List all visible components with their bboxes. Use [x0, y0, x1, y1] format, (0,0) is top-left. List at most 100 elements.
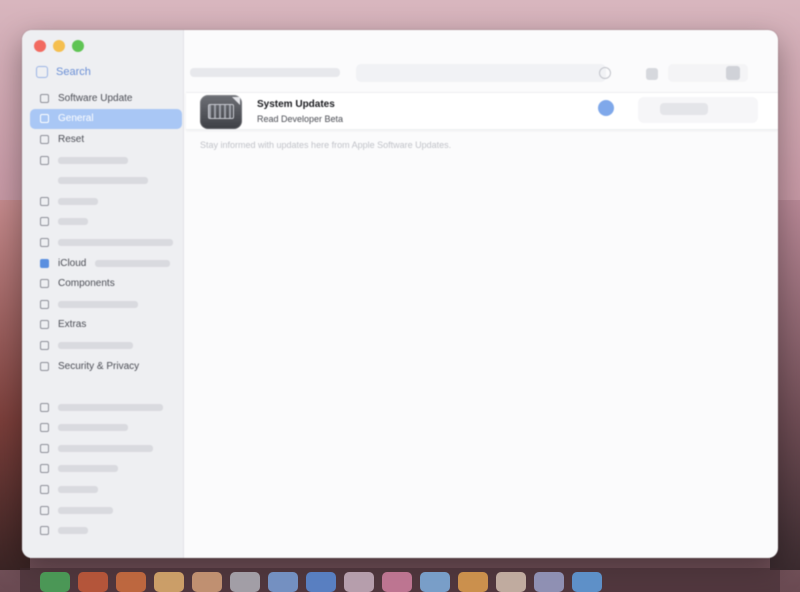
zoom-button[interactable] [72, 40, 84, 52]
dock [20, 568, 780, 592]
blurred-label [58, 506, 113, 514]
dock-app-icon[interactable] [40, 572, 70, 592]
cloud-icon [40, 258, 49, 268]
extras-icon [40, 320, 49, 330]
reset-icon [40, 134, 49, 144]
sidebar-item-placeholder[interactable] [30, 418, 182, 439]
accessibility-icon [40, 505, 49, 515]
settings-window: Search Software Update General Reset iCl… [22, 30, 778, 558]
breadcrumb [190, 68, 340, 77]
folder-icon [40, 526, 49, 536]
components-icon [40, 279, 49, 289]
blurred-label [58, 486, 98, 494]
dock-app-icon[interactable] [230, 572, 260, 592]
sidebar-item-label: iCloud [58, 257, 87, 269]
search-icon [36, 66, 48, 78]
close-button[interactable] [34, 40, 46, 52]
mouse-icon [40, 423, 49, 433]
network-icon [40, 402, 49, 412]
blurred-label [58, 238, 173, 246]
window-controls [34, 40, 84, 52]
lock-icon [40, 361, 49, 371]
update-title: System Updates [257, 99, 335, 110]
blurred-label [58, 444, 153, 452]
battery-icon [40, 217, 49, 227]
dock-app-icon[interactable] [458, 572, 488, 592]
sidebar-item-placeholder[interactable] [30, 479, 182, 500]
blurred-label [58, 218, 88, 226]
sidebar-item-placeholder[interactable] [30, 500, 182, 521]
search-icon[interactable] [599, 67, 611, 79]
sidebar-list: Software Update General Reset iCloud Com… [30, 88, 182, 541]
dock-app-icon[interactable] [496, 572, 526, 592]
clock-icon [40, 485, 49, 495]
main-pane: System Updates Read Developer Beta Stay … [184, 30, 778, 558]
printer-icon [40, 299, 49, 309]
toolbar [184, 58, 778, 88]
dock-app-icon[interactable] [344, 572, 374, 592]
sidebar-search[interactable]: Search [36, 66, 91, 78]
dock-app-icon[interactable] [534, 572, 564, 592]
sidebar-item-security[interactable]: Security & Privacy [30, 356, 182, 377]
sidebar-item-placeholder[interactable] [30, 212, 182, 233]
sidebar-item-reset[interactable]: Reset [30, 129, 182, 150]
sidebar-item-placeholder[interactable] [30, 376, 182, 397]
sidebar-item-placeholder[interactable] [30, 397, 182, 418]
update-toggle[interactable] [598, 100, 614, 116]
gear-icon [40, 93, 49, 103]
sidebar-item-icloud[interactable]: iCloud [30, 253, 182, 274]
sidebar-item-label: General [58, 113, 94, 125]
blurred-label [58, 156, 128, 164]
info-icon[interactable] [646, 68, 658, 80]
blurred-label [58, 197, 98, 205]
sidebar-item-components[interactable]: Components [30, 273, 182, 294]
dock-app-icon[interactable] [78, 572, 108, 592]
gear-icon[interactable] [726, 66, 740, 80]
blurred-label [58, 177, 148, 185]
blurred-label [58, 424, 128, 432]
bell-icon [40, 155, 49, 165]
update-subtitle: Read Developer Beta [257, 114, 344, 124]
sidebar-search-label: Search [56, 66, 91, 78]
sidebar-item-placeholder[interactable] [30, 459, 182, 480]
dock-app-icon[interactable] [192, 572, 222, 592]
dock-app-icon[interactable] [306, 572, 336, 592]
blurred-label [95, 259, 171, 267]
sidebar-item-extras[interactable]: Extras [30, 315, 182, 336]
blurred-label [58, 341, 133, 349]
dock-app-icon[interactable] [382, 572, 412, 592]
sidebar-item-placeholder[interactable] [30, 294, 182, 315]
sidebar-item-placeholder[interactable] [30, 150, 182, 171]
keyboard-icon [40, 340, 49, 350]
lock-icon [40, 237, 49, 247]
minimize-button[interactable] [53, 40, 65, 52]
sidebar-item-label: Security & Privacy [58, 360, 140, 372]
sidebar: Search Software Update General Reset iCl… [22, 30, 184, 558]
sidebar-item-label: Software Update [58, 92, 133, 104]
sidebar-item-placeholder[interactable] [30, 232, 182, 253]
dock-app-icon[interactable] [268, 572, 298, 592]
dock-app-icon[interactable] [572, 572, 602, 592]
dock-app-icon[interactable] [116, 572, 146, 592]
sidebar-item-label: Reset [58, 133, 85, 145]
sidebar-item-placeholder[interactable] [30, 335, 182, 356]
gear-icon [40, 114, 49, 124]
sidebar-item-placeholder[interactable] [30, 191, 182, 212]
dock-app-icon[interactable] [420, 572, 450, 592]
sidebar-item-placeholder[interactable] [30, 520, 182, 541]
sidebar-item-software-update[interactable]: Software Update [30, 88, 182, 109]
path-field[interactable] [356, 64, 606, 82]
update-hint: Stay informed with updates here from App… [200, 140, 452, 150]
sidebar-item-placeholder[interactable] [30, 438, 182, 459]
chip-icon [208, 104, 234, 119]
update-row[interactable]: System Updates Read Developer Beta [186, 92, 778, 130]
display-icon [40, 196, 49, 206]
sidebar-item-general[interactable]: General [30, 108, 182, 130]
blurred-label [58, 300, 138, 308]
trackpad-icon [40, 443, 49, 453]
dock-app-icon[interactable] [154, 572, 184, 592]
update-now-button[interactable] [660, 103, 708, 115]
sidebar-item-placeholder[interactable] [30, 170, 182, 191]
users-icon [40, 464, 49, 474]
blurred-label [58, 465, 118, 473]
